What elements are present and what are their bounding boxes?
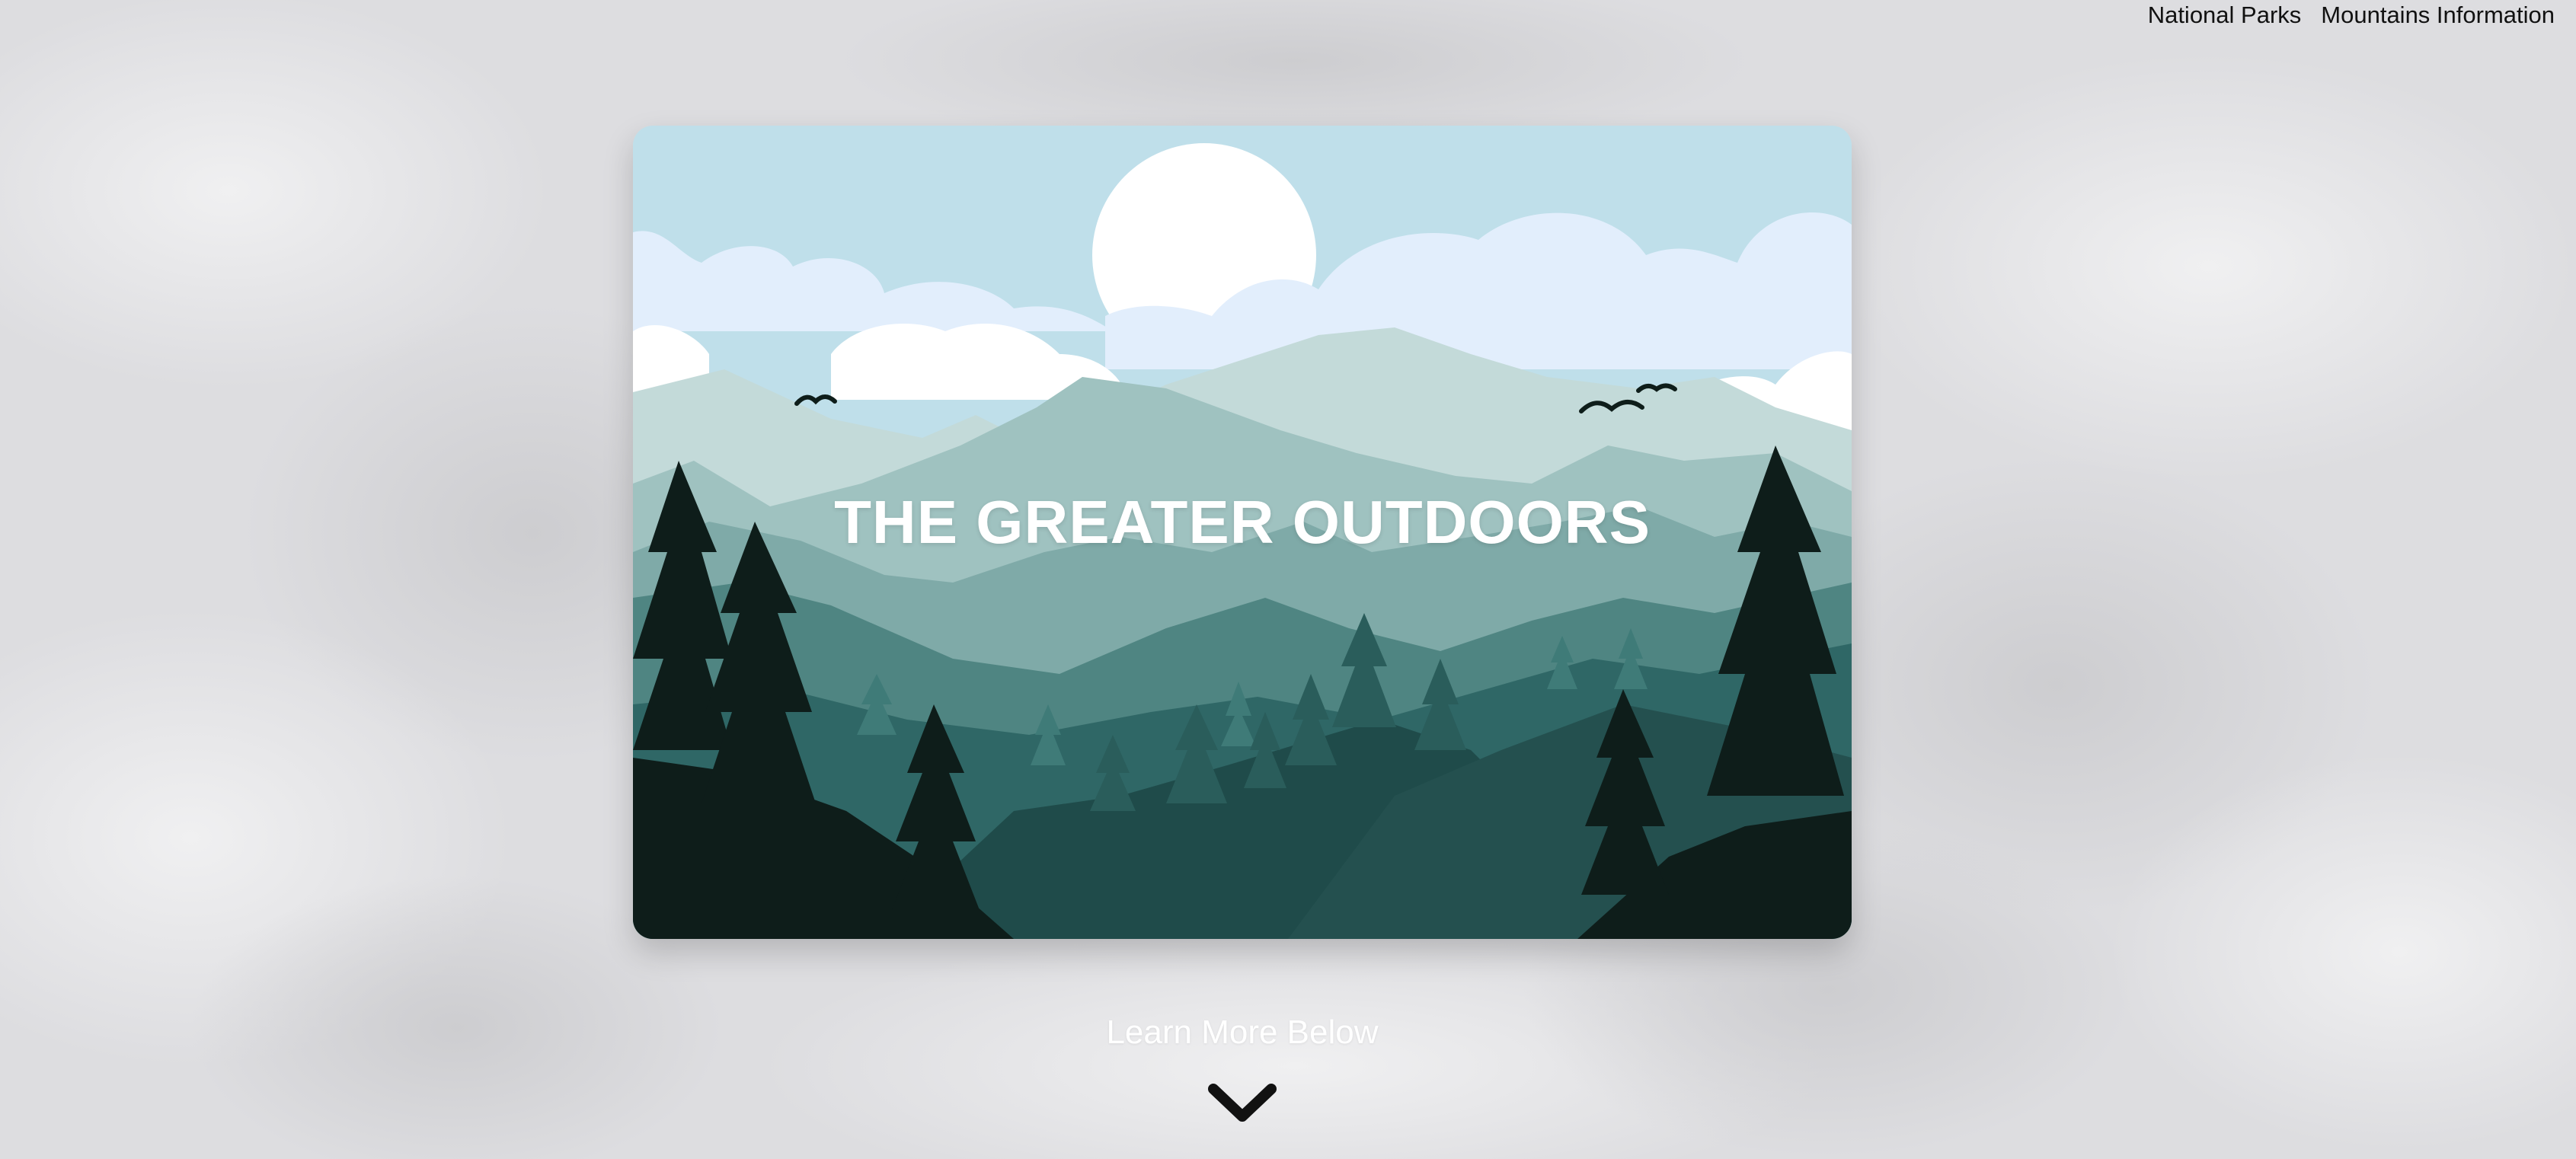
hero-title: THE GREATER OUTDOORS [834,488,1651,556]
chevron-down-icon[interactable] [1207,1081,1277,1124]
nav-link-national-parks[interactable]: National Parks [2148,2,2302,29]
nav-link-mountains-information[interactable]: Mountains Information [2321,2,2555,29]
learn-more-label: Learn More Below [1106,1014,1379,1051]
hero-card: THE GREATER OUTDOORS [633,126,1852,939]
top-nav: National Parks Mountains Information [2148,0,2555,30]
